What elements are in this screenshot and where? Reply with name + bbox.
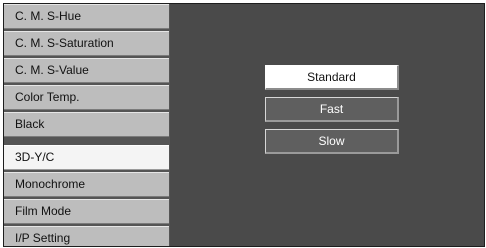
sidebar-item-3d-y-c[interactable]: 3D-Y/C: [4, 145, 169, 170]
standard-option[interactable]: Standard: [265, 65, 399, 90]
sidebar-item-cms-saturation[interactable]: C. M. S-Saturation: [4, 31, 169, 56]
sidebar-item-color-temp[interactable]: Color Temp.: [4, 85, 169, 110]
sidebar-item-black[interactable]: Black: [4, 112, 169, 137]
sidebar-item-film-mode[interactable]: Film Mode: [4, 199, 169, 224]
settings-sidebar: C. M. S-Hue C. M. S-Saturation C. M. S-V…: [4, 4, 169, 246]
sidebar-item-cms-value[interactable]: C. M. S-Value: [4, 58, 169, 83]
settings-menu: C. M. S-Hue C. M. S-Saturation C. M. S-V…: [3, 3, 485, 247]
fast-option[interactable]: Fast: [265, 97, 399, 122]
sidebar-item-monochrome[interactable]: Monochrome: [4, 172, 169, 197]
slow-option[interactable]: Slow: [265, 129, 399, 154]
sidebar-item-ip-setting[interactable]: I/P Setting: [4, 226, 169, 246]
sidebar-item-cms-hue[interactable]: C. M. S-Hue: [4, 4, 169, 29]
option-panel: Standard Fast Slow: [170, 4, 484, 246]
